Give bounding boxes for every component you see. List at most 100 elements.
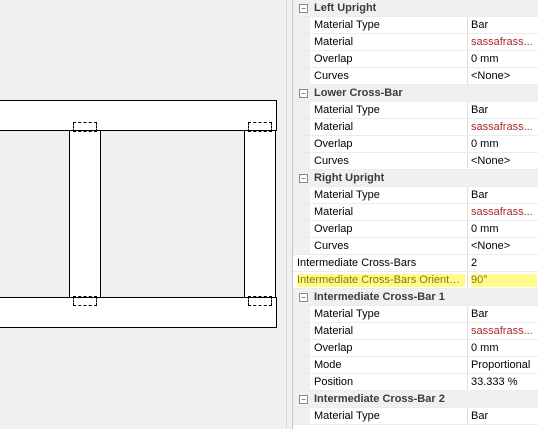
column-separator[interactable] <box>467 408 468 424</box>
column-separator[interactable] <box>467 255 468 271</box>
collapse-toggle-icon[interactable]: − <box>299 4 308 13</box>
property-value[interactable]: 90° <box>471 274 537 287</box>
property-name: Intermediate Cross-Bars <box>297 257 417 269</box>
property-value[interactable]: Bar <box>471 19 537 31</box>
property-name: Overlap <box>314 138 353 150</box>
property-name: Material Type <box>314 104 380 116</box>
property-row[interactable]: Curves <None> <box>293 238 538 255</box>
property-row[interactable]: Material Type Bar <box>293 187 538 204</box>
collapse-toggle-icon[interactable]: − <box>299 174 308 183</box>
property-row[interactable]: Material Type Bar <box>293 306 538 323</box>
property-value[interactable]: sassafrass... <box>471 121 537 133</box>
category-title: Left Upright <box>314 2 377 14</box>
property-value[interactable]: Bar <box>471 308 537 320</box>
property-row[interactable]: Curves <None> <box>293 68 538 85</box>
property-value[interactable]: Bar <box>471 104 537 116</box>
property-category[interactable]: − Intermediate Cross-Bar 1 <box>293 289 538 306</box>
property-row[interactable]: Overlap 0 mm <box>293 51 538 68</box>
property-name: Position <box>314 376 354 388</box>
property-category[interactable]: − Left Upright <box>293 0 538 17</box>
column-separator[interactable] <box>467 204 468 220</box>
collapse-toggle-icon[interactable]: − <box>299 293 308 302</box>
column-separator[interactable] <box>467 136 468 152</box>
property-category[interactable]: − Lower Cross-Bar <box>293 85 538 102</box>
drawing-viewport[interactable] <box>0 0 286 429</box>
property-value[interactable]: 0 mm <box>471 223 537 235</box>
property-row[interactable]: Material sassafrass... <box>293 119 538 136</box>
property-value[interactable]: 0 mm <box>471 138 537 150</box>
property-value[interactable]: 0 mm <box>471 53 537 65</box>
property-value[interactable]: sassafrass... <box>471 206 537 218</box>
column-separator[interactable] <box>467 17 468 33</box>
property-value[interactable]: 33.333 % <box>471 376 537 388</box>
column-separator[interactable] <box>467 221 468 237</box>
column-separator[interactable] <box>467 340 468 356</box>
property-value[interactable]: <None> <box>471 155 537 167</box>
property-name: Material <box>314 121 354 133</box>
bottom-cross-bar[interactable] <box>0 297 277 328</box>
column-separator[interactable] <box>467 238 468 254</box>
property-category[interactable]: − Right Upright <box>293 170 538 187</box>
property-row[interactable]: Material Type Bar <box>293 17 538 34</box>
property-value[interactable]: <None> <box>471 70 537 82</box>
column-separator[interactable] <box>467 374 468 390</box>
row-gutter <box>293 408 310 424</box>
top-cross-bar[interactable] <box>0 100 277 131</box>
column-separator[interactable] <box>467 306 468 322</box>
category-title: Lower Cross-Bar <box>314 87 403 99</box>
row-gutter <box>293 136 310 152</box>
column-separator[interactable] <box>467 153 468 169</box>
row-gutter <box>293 153 310 169</box>
property-row[interactable]: Overlap 0 mm <box>293 136 538 153</box>
property-value[interactable]: Bar <box>471 410 537 422</box>
property-row[interactable]: Material Type Bar <box>293 102 538 119</box>
property-category[interactable]: − Intermediate Cross-Bar 2 <box>293 391 538 408</box>
collapse-toggle-icon[interactable]: − <box>299 395 308 404</box>
property-grid[interactable]: − Left Upright Material Type Bar Material sas… <box>292 0 538 429</box>
property-name: Material Type <box>314 189 380 201</box>
column-separator[interactable] <box>467 68 468 84</box>
column-separator[interactable] <box>467 34 468 50</box>
property-value[interactable]: <None> <box>471 240 537 252</box>
property-row[interactable]: Curves <None> <box>293 153 538 170</box>
property-row[interactable]: Material sassafrass... <box>293 204 538 221</box>
category-title: Intermediate Cross-Bar 2 <box>314 393 445 405</box>
column-separator[interactable] <box>467 119 468 135</box>
column-separator[interactable] <box>467 51 468 67</box>
row-gutter <box>293 323 310 339</box>
column-separator[interactable] <box>467 102 468 118</box>
row-gutter <box>293 51 310 67</box>
property-value[interactable]: Proportional <box>471 359 537 371</box>
property-name: Overlap <box>314 53 353 65</box>
property-value[interactable]: sassafrass... <box>471 36 537 48</box>
property-row[interactable]: Overlap 0 mm <box>293 221 538 238</box>
property-row[interactable]: Intermediate Cross-Bars Orientation 90° <box>293 272 538 289</box>
property-row[interactable]: Mode Proportional <box>293 357 538 374</box>
property-name: Overlap <box>314 223 353 235</box>
property-name: Curves <box>314 240 349 252</box>
property-value[interactable]: 2 <box>471 257 537 269</box>
row-gutter <box>293 119 310 135</box>
property-row[interactable]: Position 33.333 % <box>293 374 538 391</box>
property-row[interactable]: Intermediate Cross-Bars 2 <box>293 255 538 272</box>
column-separator[interactable] <box>467 357 468 373</box>
property-row[interactable]: Material sassafrass... <box>293 323 538 340</box>
column-separator[interactable] <box>467 323 468 339</box>
intermediate-upright-1[interactable] <box>69 130 101 298</box>
property-value[interactable]: sassafrass... <box>471 325 537 337</box>
collapse-toggle-icon[interactable]: − <box>299 89 308 98</box>
property-name: Mode <box>314 359 342 371</box>
property-row[interactable]: Overlap 0 mm <box>293 340 538 357</box>
property-name: Intermediate Cross-Bars Orientation <box>297 274 465 287</box>
intermediate-upright-2[interactable] <box>244 130 276 298</box>
property-row[interactable]: Material sassafrass... <box>293 34 538 51</box>
column-separator[interactable] <box>467 187 468 203</box>
row-gutter <box>293 238 310 254</box>
row-gutter <box>293 306 310 322</box>
property-value[interactable]: Bar <box>471 189 537 201</box>
column-separator[interactable] <box>467 272 468 288</box>
row-gutter <box>293 187 310 203</box>
property-row[interactable]: Material Type Bar <box>293 408 538 425</box>
row-gutter <box>293 221 310 237</box>
property-value[interactable]: 0 mm <box>471 342 537 354</box>
